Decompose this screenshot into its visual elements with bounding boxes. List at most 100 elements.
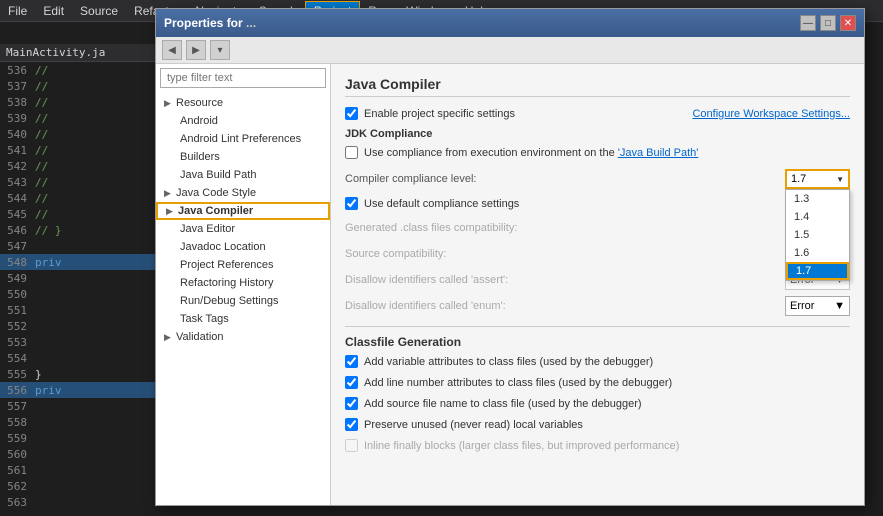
- tree-arrow-validation: ▶: [164, 332, 176, 343]
- tree-label-run-debug: Run/Debug Settings: [180, 295, 278, 307]
- java-build-path-link[interactable]: 'Java Build Path': [618, 147, 699, 159]
- titlebar-buttons: — □ ✕: [800, 15, 856, 31]
- dialog-titlebar: Properties for ... — □ ✕: [156, 9, 864, 37]
- tree-item-run-debug[interactable]: Run/Debug Settings: [156, 292, 330, 310]
- classfile-section: Classfile Generation Add variable attrib…: [345, 326, 850, 452]
- use-compliance-label: Use compliance from execution environmen…: [364, 147, 698, 159]
- dialog-nav: ◀ ▶ ▾: [156, 37, 864, 64]
- compiler-level-label: Compiler compliance level:: [345, 173, 785, 185]
- tree-item-project-references[interactable]: Project References: [156, 256, 330, 274]
- tree-item-java-compiler[interactable]: ▶ Java Compiler: [156, 202, 330, 220]
- tree-arrow-java-code-style: ▶: [164, 188, 176, 199]
- menu-edit[interactable]: Edit: [35, 2, 72, 20]
- tree-label-java-code-style: Java Code Style: [176, 187, 256, 199]
- use-default-label: Use default compliance settings: [364, 198, 519, 210]
- compiler-level-row: Compiler compliance level: 1.7 ▼: [345, 169, 850, 189]
- tree-item-task-tags[interactable]: Task Tags: [156, 310, 330, 328]
- filter-input[interactable]: [160, 68, 326, 88]
- tree-label-java-editor: Java Editor: [180, 223, 235, 235]
- dropdown-option-1-6[interactable]: 1.6: [786, 244, 849, 262]
- compiler-level-value: 1.7: [791, 173, 806, 185]
- tree-item-refactoring-history[interactable]: Refactoring History: [156, 274, 330, 292]
- right-panel: Java Compiler Enable project specific se…: [331, 64, 864, 505]
- tree-item-javadoc-location[interactable]: Javadoc Location: [156, 238, 330, 256]
- compiler-level-dropdown[interactable]: 1.7 ▼: [785, 169, 850, 189]
- disallow-assert-label: Disallow identifiers called 'assert':: [345, 274, 785, 286]
- tree-item-validation[interactable]: ▶ Validation: [156, 328, 330, 346]
- use-default-checkbox[interactable]: [345, 197, 358, 210]
- classfile-checkbox-1[interactable]: [345, 355, 358, 368]
- classfile-title: Classfile Generation: [345, 335, 850, 349]
- disallow-enum-row: Disallow identifiers called 'enum': Erro…: [345, 296, 850, 316]
- classfile-row-3: Add source file name to class file (used…: [345, 397, 850, 410]
- use-default-row: Use default compliance settings: [345, 197, 850, 210]
- classfile-checkbox-3[interactable]: [345, 397, 358, 410]
- compiler-level-dropdown-list: 1.3 1.4 1.5 1.6 1.7: [785, 189, 850, 281]
- tree-label-android-lint: Android Lint Preferences: [180, 133, 301, 145]
- nav-forward-button[interactable]: ▶: [186, 40, 206, 60]
- left-panel: ▶ Resource Android Android Lint Preferen…: [156, 64, 331, 505]
- classfile-row-4: Preserve unused (never read) local varia…: [345, 418, 850, 431]
- dropdown-option-1-3[interactable]: 1.3: [786, 190, 849, 208]
- compiler-level-section: Compiler compliance level: 1.7 ▼ 1.3 1.4…: [345, 169, 850, 189]
- classfile-checkbox-2[interactable]: [345, 376, 358, 389]
- editor-lines: MainActivity.ja 536// 537// 538// 539// …: [0, 22, 160, 516]
- source-compat-row: Source compatibility: ▼: [345, 244, 850, 264]
- dropdown-option-1-5[interactable]: 1.5: [786, 226, 849, 244]
- classfile-row-2: Add line number attributes to class file…: [345, 376, 850, 389]
- classfile-row-5: Inline finally blocks (larger class file…: [345, 439, 850, 452]
- enable-settings-label: Enable project specific settings: [364, 108, 515, 120]
- tree-item-java-build-path[interactable]: Java Build Path: [156, 166, 330, 184]
- configure-workspace-link[interactable]: Configure Workspace Settings...: [692, 108, 850, 120]
- nav-back-button[interactable]: ◀: [162, 40, 182, 60]
- close-button[interactable]: ✕: [840, 15, 856, 31]
- classfile-label-3: Add source file name to class file (used…: [364, 398, 642, 410]
- source-compat-label: Source compatibility:: [345, 248, 785, 260]
- dropdown-option-1-4[interactable]: 1.4: [786, 208, 849, 226]
- tree-arrow-java-compiler: ▶: [166, 206, 178, 217]
- disallow-enum-value: Error: [790, 300, 814, 312]
- menu-file[interactable]: File: [0, 2, 35, 20]
- classfile-label-5: Inline finally blocks (larger class file…: [364, 440, 679, 452]
- classfile-label-4: Preserve unused (never read) local varia…: [364, 419, 583, 431]
- classfile-label-1: Add variable attributes to class files (…: [364, 356, 653, 368]
- dialog-body: ▶ Resource Android Android Lint Preferen…: [156, 64, 864, 505]
- dropdown-arrow-icon: ▼: [836, 175, 844, 184]
- classfile-checkbox-4[interactable]: [345, 418, 358, 431]
- menu-source[interactable]: Source: [72, 2, 126, 20]
- tree-item-android-lint[interactable]: Android Lint Preferences: [156, 130, 330, 148]
- tree-label-refactoring-history: Refactoring History: [180, 277, 274, 289]
- minimize-button[interactable]: —: [800, 15, 816, 31]
- disallow-assert-row: Disallow identifiers called 'assert': Er…: [345, 270, 850, 290]
- tree-label-builders: Builders: [180, 151, 220, 163]
- section-title: Java Compiler: [345, 76, 850, 97]
- tree-label-java-build-path: Java Build Path: [180, 169, 256, 181]
- maximize-button[interactable]: □: [820, 15, 836, 31]
- tree-item-resource[interactable]: ▶ Resource: [156, 94, 330, 112]
- dropdown-option-1-7[interactable]: 1.7: [786, 262, 849, 280]
- tree-arrow-resource: ▶: [164, 98, 176, 109]
- generated-class-row: Generated .class files compatibility: ▼: [345, 218, 850, 238]
- tree-area: ▶ Resource Android Android Lint Preferen…: [156, 92, 330, 505]
- disallow-enum-arrow-icon: ▼: [834, 300, 845, 312]
- tree-item-java-code-style[interactable]: ▶ Java Code Style: [156, 184, 330, 202]
- classfile-checkbox-5[interactable]: [345, 439, 358, 452]
- tree-label-resource: Resource: [176, 97, 223, 109]
- disallow-enum-dropdown[interactable]: Error ▼: [785, 296, 850, 316]
- tree-item-android[interactable]: Android: [156, 112, 330, 130]
- enable-settings-checkbox[interactable]: [345, 107, 358, 120]
- properties-dialog: Properties for ... — □ ✕ ◀ ▶ ▾ ▶ Resourc…: [155, 8, 865, 506]
- dialog-title-project: ...: [246, 16, 256, 30]
- tree-item-java-editor[interactable]: Java Editor: [156, 220, 330, 238]
- disallow-enum-label: Disallow identifiers called 'enum':: [345, 300, 785, 312]
- classfile-row-1: Add variable attributes to class files (…: [345, 355, 850, 368]
- use-compliance-row: Use compliance from execution environmen…: [345, 146, 850, 159]
- tree-label-javadoc-location: Javadoc Location: [180, 241, 266, 253]
- nav-menu-button[interactable]: ▾: [210, 40, 230, 60]
- dialog-title: Properties for ...: [164, 16, 256, 30]
- tree-label-android: Android: [180, 115, 218, 127]
- use-compliance-checkbox[interactable]: [345, 146, 358, 159]
- tree-item-builders[interactable]: Builders: [156, 148, 330, 166]
- classfile-label-2: Add line number attributes to class file…: [364, 377, 672, 389]
- tree-label-project-references: Project References: [180, 259, 274, 271]
